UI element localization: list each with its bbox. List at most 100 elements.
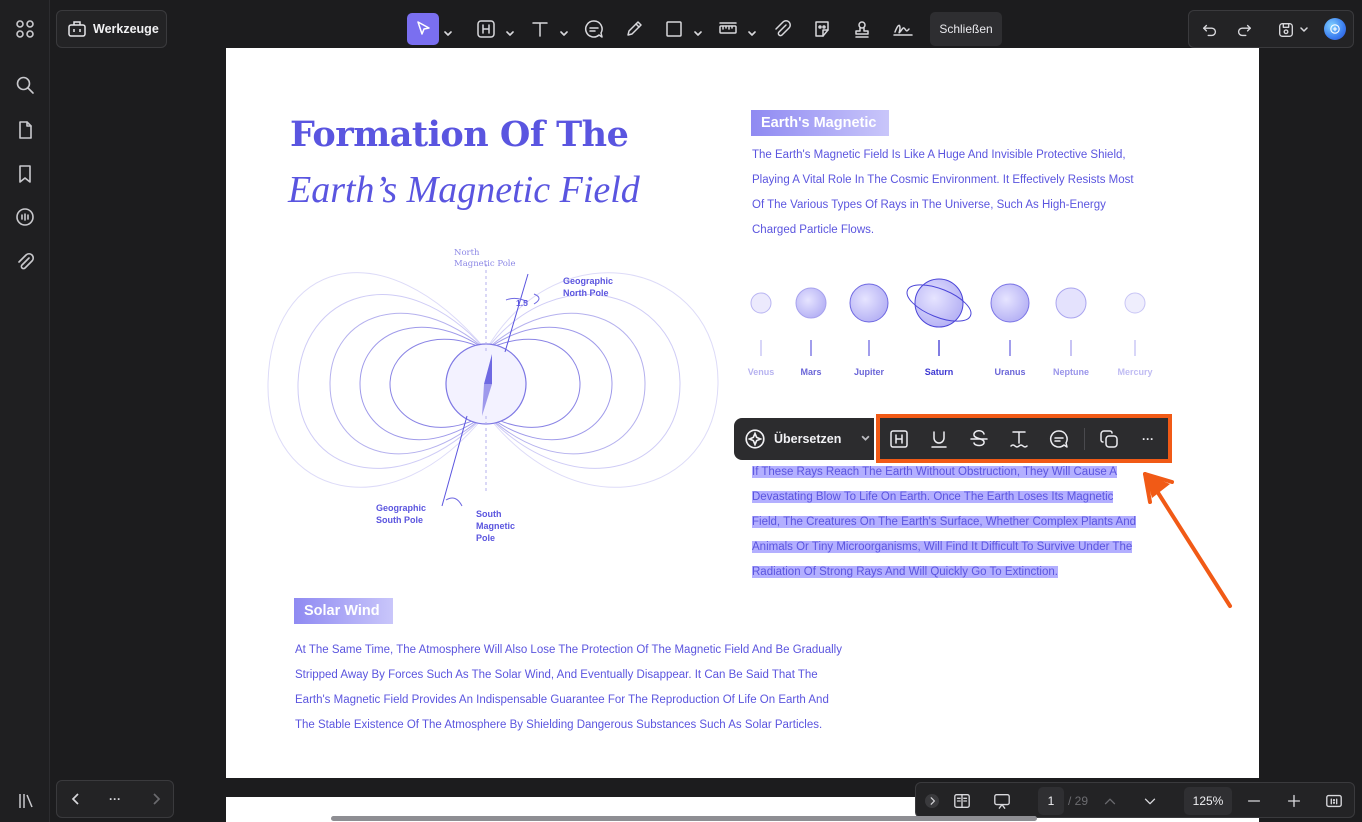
section2-paragraph[interactable]: At The Same Time, The Atmosphere Will Al… — [295, 638, 842, 738]
copy-button[interactable] — [1098, 428, 1120, 450]
select-tool-button[interactable] — [407, 13, 439, 45]
add-comment-button[interactable] — [1048, 428, 1070, 450]
jupiter-planet — [849, 283, 889, 323]
tools-label: Werkzeuge — [93, 22, 159, 36]
library-icon[interactable] — [15, 790, 37, 812]
undo-icon — [1203, 24, 1217, 37]
planet-label: Neptune — [1053, 367, 1089, 377]
text-line: At The Same Time, The Atmosphere Will Al… — [295, 644, 842, 656]
view-controls: 1 / 29 125% — [915, 782, 1355, 818]
cursor-icon — [417, 21, 430, 35]
selected-text-line: Devastating Blow To Life On Earth. Once … — [752, 491, 1114, 503]
measure-dropdown[interactable] — [744, 13, 756, 45]
zoom-in-button[interactable] — [1284, 791, 1304, 811]
section-tag-solar-wind: Solar Wind — [294, 598, 393, 624]
stamp-tool-button[interactable] — [850, 13, 874, 45]
collapse-bar-button[interactable] — [922, 791, 942, 811]
bookmark-icon[interactable] — [13, 162, 37, 186]
attachment-icon[interactable] — [13, 250, 37, 274]
text-dropdown[interactable] — [556, 13, 568, 45]
previous-page-button[interactable] — [1100, 791, 1120, 811]
selected-text-line: Radiation Of Strong Rays And Will Quickl… — [752, 566, 1058, 578]
close-label: Schließen — [939, 22, 993, 36]
apps-grid-icon[interactable] — [13, 17, 37, 41]
text-line: Earth's Magnetic Field Provides An Indis… — [295, 694, 829, 706]
save-button[interactable] — [1275, 19, 1297, 41]
south-magnetic-pole-label: South Magnetic Pole — [476, 509, 516, 543]
venus-planet — [750, 292, 772, 314]
close-tools-button[interactable]: Schließen — [930, 12, 1002, 46]
section1-paragraph[interactable]: The Earth's Magnetic Field Is Like A Hug… — [752, 143, 1134, 243]
actual-size-button[interactable] — [1324, 791, 1344, 811]
highlight-dropdown[interactable] — [502, 13, 514, 45]
chevron-right-icon — [153, 793, 161, 805]
selected-text-line: Field, The Creatures On The Earth's Surf… — [752, 516, 1137, 528]
copy-icon — [1100, 430, 1118, 448]
presentation-button[interactable] — [992, 791, 1012, 811]
left-sidebar — [0, 0, 50, 822]
uranus-planet — [990, 283, 1030, 323]
chevron-down-icon — [1300, 27, 1308, 32]
save-dropdown[interactable] — [1297, 19, 1311, 41]
pencil-icon — [627, 21, 642, 36]
translate-button[interactable]: Übersetzen — [734, 418, 874, 460]
highlighted-paragraph[interactable]: If These Rays Reach The Earth Without Ob… — [752, 460, 1137, 585]
document-page: Formation Of The Earth’s Magnetic Field … — [226, 48, 1259, 778]
next-page-button[interactable] — [1140, 791, 1160, 811]
planet-label: Uranus — [994, 367, 1026, 377]
select-tool-dropdown[interactable] — [440, 13, 452, 45]
zoom-level[interactable]: 125% — [1184, 787, 1232, 815]
strikethrough-button[interactable] — [968, 428, 990, 450]
highlight-icon — [477, 20, 495, 38]
toolbar-divider — [1084, 428, 1085, 450]
chevron-up-icon — [1104, 798, 1116, 805]
pages-thumbnail-icon[interactable] — [13, 118, 37, 142]
horizontal-scrollbar[interactable] — [331, 816, 1037, 821]
reading-mode-button[interactable] — [952, 791, 972, 811]
search-icon[interactable] — [13, 73, 37, 97]
mercury-planet — [1124, 292, 1146, 314]
actual-size-icon — [1326, 794, 1342, 808]
measure-tool-button[interactable] — [716, 13, 740, 45]
attach-tool-button[interactable] — [770, 13, 794, 45]
highlight-text-button[interactable] — [888, 428, 910, 450]
tools-button[interactable]: Werkzeuge — [56, 10, 167, 48]
page-navigation: ··· — [56, 780, 174, 818]
previous-button[interactable] — [67, 790, 85, 808]
highlight-tool-button[interactable] — [474, 13, 498, 45]
text-markup-toolbar: ··· — [876, 414, 1172, 463]
squiggly-button[interactable] — [1008, 428, 1030, 450]
zoom-out-button[interactable] — [1244, 791, 1264, 811]
next-button[interactable] — [147, 790, 165, 808]
signature-tool-button[interactable] — [890, 13, 916, 45]
sticker-tool-button[interactable] — [810, 13, 834, 45]
translate-label: Übersetzen — [774, 432, 842, 446]
redo-button[interactable] — [1233, 19, 1255, 41]
highlight-icon — [890, 430, 908, 448]
planet-label: Jupiter — [853, 367, 885, 377]
planets-diagram — [750, 278, 1146, 356]
paperclip-icon — [775, 20, 791, 37]
minus-icon — [1247, 800, 1261, 802]
pencil-tool-button[interactable] — [622, 13, 646, 45]
more-options-button[interactable]: ··· — [1137, 428, 1159, 450]
shape-dropdown[interactable] — [690, 13, 702, 45]
comments-icon[interactable] — [13, 205, 37, 229]
underline-icon — [931, 431, 947, 448]
geographic-south-pole-label: Geographic South Pole — [376, 503, 427, 525]
more-nav-button[interactable]: ··· — [106, 790, 124, 808]
text-icon — [532, 22, 548, 37]
signature-icon — [893, 24, 913, 36]
text-tool-button[interactable] — [528, 13, 552, 45]
ai-assistant-button[interactable] — [1324, 18, 1346, 40]
comment-tool-button[interactable] — [582, 13, 606, 45]
underline-button[interactable] — [928, 428, 950, 450]
current-page-input[interactable]: 1 — [1038, 787, 1064, 815]
shape-tool-button[interactable] — [662, 13, 686, 45]
translate-dropdown[interactable] — [861, 432, 870, 446]
toolbox-icon — [68, 21, 86, 37]
chevron-down-icon — [444, 31, 452, 36]
undo-button[interactable] — [1199, 19, 1221, 41]
neptune-planet — [1055, 287, 1087, 319]
planet-label: Mars — [800, 367, 822, 377]
